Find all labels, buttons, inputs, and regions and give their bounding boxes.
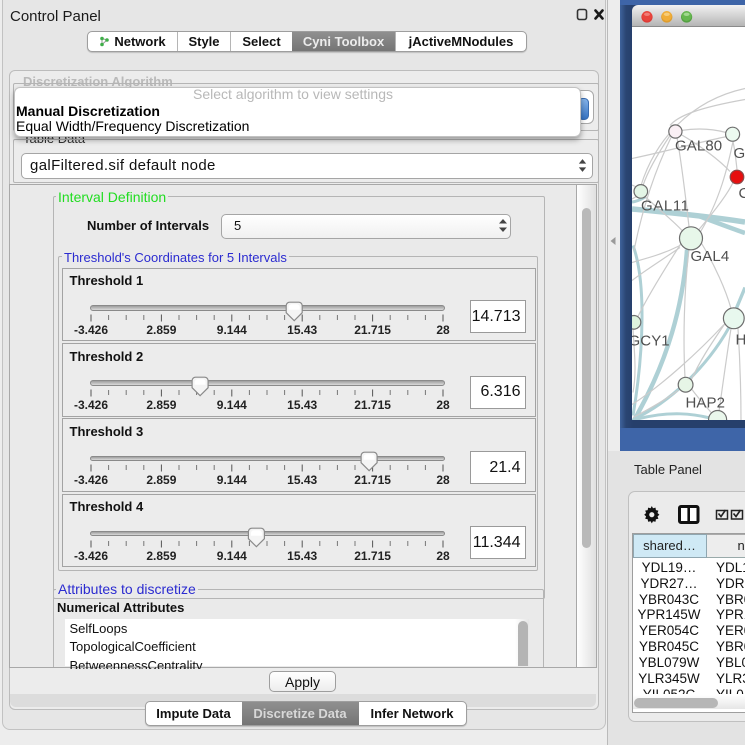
svg-text:HAP2: HAP2: [686, 394, 726, 411]
svg-text:C: C: [739, 185, 745, 202]
svg-text:GAL11: GAL11: [641, 197, 690, 214]
svg-text:GCY1: GCY1: [632, 332, 670, 349]
svg-text:GAL4: GAL4: [691, 248, 730, 265]
svg-text:GAL80: GAL80: [675, 137, 722, 154]
svg-text:H: H: [736, 331, 745, 348]
svg-text:GA: GA: [734, 145, 745, 162]
